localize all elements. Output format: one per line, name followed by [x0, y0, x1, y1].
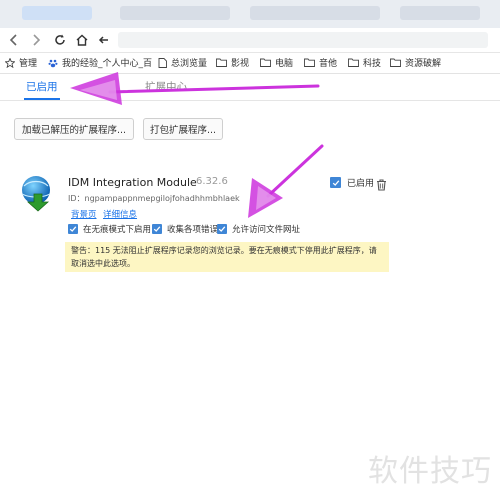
tab-enabled[interactable]: 已启用 [26, 79, 58, 94]
bookmark-label: 我的经验_个人中心_百 [62, 59, 153, 69]
reload-icon [55, 34, 65, 45]
star-icon [5, 57, 15, 68]
address-bar[interactable] [118, 32, 488, 48]
background-page-link[interactable]: 背景页 [71, 208, 97, 220]
undo-close-button[interactable] [94, 30, 114, 50]
incognito-option[interactable]: 在无痕模式下启用 [68, 223, 151, 235]
bookmark-folder-other[interactable]: 音他 [304, 56, 337, 69]
checkbox-checked-icon[interactable] [68, 224, 78, 234]
back-button[interactable] [4, 30, 24, 50]
enabled-toggle[interactable]: 已启用 [330, 176, 374, 189]
bookmark-folder-tech[interactable]: 科技 [348, 56, 381, 69]
load-unpacked-button[interactable]: 加载已解压的扩展程序... [14, 118, 134, 140]
bookmark-folder-resources[interactable]: 资源破解 [390, 56, 441, 69]
extension-id: ID：ngpampappnmepgilojfohadhhmbhlaek [68, 193, 240, 204]
tab-extension-center[interactable]: 扩展中心 [145, 79, 187, 94]
browser-tab-strip [0, 0, 500, 28]
extension-id-value: ngpampappnmepgilojfohadhhmbhlaek [84, 194, 240, 203]
extension-id-label: ID： [68, 194, 85, 203]
remove-extension-button[interactable] [376, 176, 387, 191]
browser-nav-bar [0, 28, 500, 53]
extensions-tab-bar: 已启用 扩展中心 [0, 74, 500, 101]
bookmark-page-views[interactable]: 总浏览量 [158, 56, 207, 69]
bookmark-label: 科技 [363, 59, 382, 69]
tab-blur [400, 6, 480, 20]
active-tab-indicator [24, 98, 60, 100]
details-link[interactable]: 详细信息 [103, 208, 137, 220]
extension-name: IDM Integration Module [68, 176, 197, 189]
home-button[interactable] [72, 30, 92, 50]
chevron-right-icon [33, 34, 41, 46]
forward-button[interactable] [26, 30, 46, 50]
reload-button[interactable] [50, 30, 70, 50]
home-icon [76, 34, 88, 46]
checkbox-checked-icon[interactable] [152, 224, 162, 234]
watermark-text: 软件技巧 [368, 454, 492, 489]
folder-icon [390, 58, 401, 67]
folder-icon [304, 58, 315, 67]
bookmark-label: 电脑 [275, 59, 294, 69]
option-label: 允许访问文件网址 [232, 225, 301, 235]
bookmark-my-experience[interactable]: 我的经验_个人中心_百 [48, 56, 152, 69]
option-label: 收集各项错误 [167, 225, 219, 235]
collect-errors-option[interactable]: 收集各项错误 [152, 223, 218, 235]
folder-icon [348, 58, 359, 67]
bookmark-label: 音他 [319, 59, 338, 69]
enabled-label: 已启用 [347, 179, 375, 189]
checkbox-checked-icon[interactable] [330, 177, 341, 188]
tab-blur [250, 6, 380, 20]
tab-blur [120, 6, 230, 20]
folder-icon [260, 58, 271, 67]
paw-icon [48, 59, 58, 67]
idm-logo-icon [14, 172, 58, 212]
bookmark-label: 资源破解 [405, 59, 442, 69]
bookmark-manage[interactable]: 管理 [5, 56, 37, 69]
pack-extension-button[interactable]: 打包扩展程序... [143, 118, 223, 140]
tab-blur [22, 6, 92, 20]
folder-icon [216, 58, 227, 67]
file-access-option[interactable]: 允许访问文件网址 [217, 223, 300, 235]
checkbox-checked-icon[interactable] [217, 224, 227, 234]
bookmarks-bar: 管理 我的经验_个人中心_百 总浏览量 影视 电脑 音他 科技 资源破解 [0, 53, 500, 74]
annotation-arrow-options [248, 144, 324, 218]
bookmark-label: 影视 [231, 59, 250, 69]
file-icon [158, 57, 167, 68]
option-label: 在无痕模式下启用 [83, 225, 152, 235]
chevron-left-icon [9, 34, 17, 46]
incognito-warning: 警告：115 无法阻止扩展程序记录您的浏览记录。要在无痕模式下停用此扩展程序，请… [65, 242, 389, 272]
bookmark-folder-movies[interactable]: 影视 [216, 56, 249, 69]
extension-version: 6.32.6 [196, 176, 228, 187]
bookmark-label: 管理 [19, 59, 38, 69]
bookmark-folder-computer[interactable]: 电脑 [260, 56, 293, 69]
arrow-left-icon [98, 36, 108, 44]
bookmark-label: 总浏览量 [171, 59, 208, 69]
trash-icon [377, 179, 386, 191]
